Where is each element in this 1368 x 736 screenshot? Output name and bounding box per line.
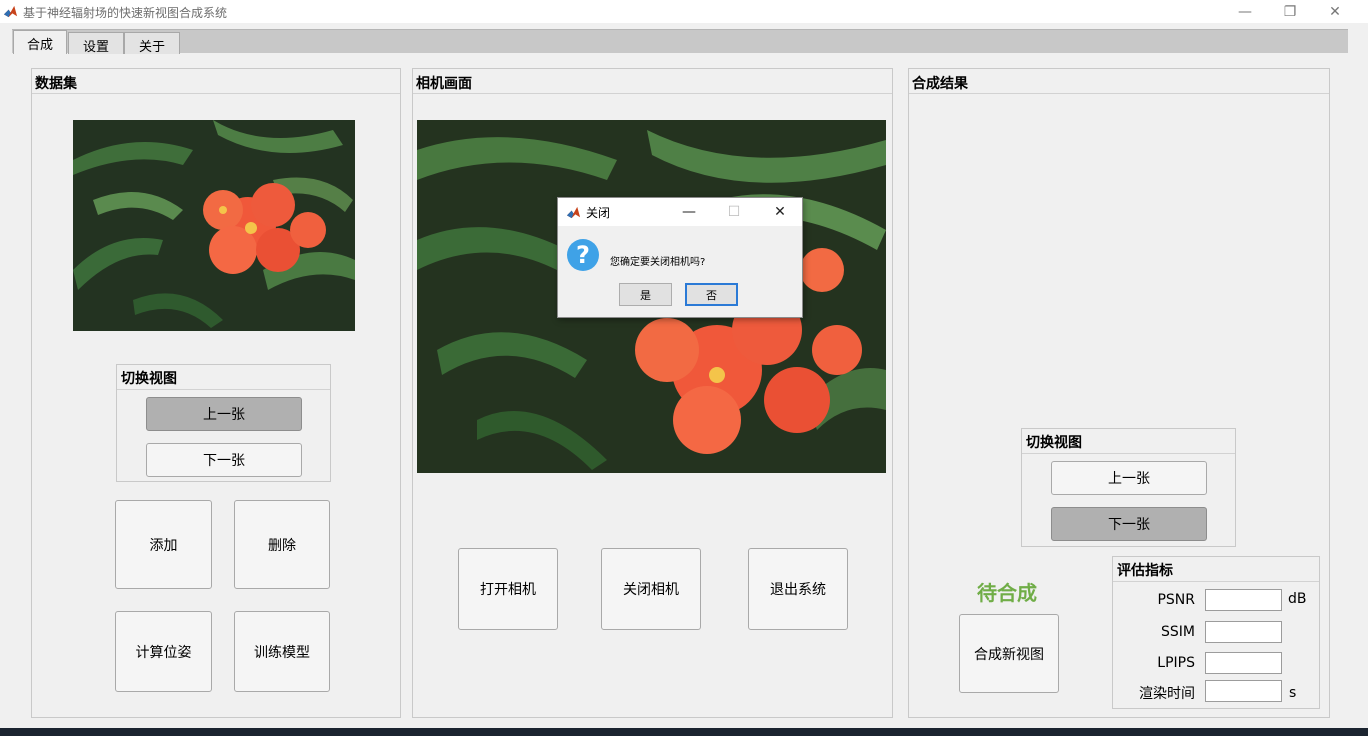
minimize-icon: — — [682, 204, 696, 220]
dialog-message: 您确定要关闭相机吗? — [610, 257, 706, 268]
taskbar — [0, 728, 1368, 736]
result-prev-button[interactable]: 上一张 — [1051, 461, 1207, 495]
tab-strip: 合成 设置 关于 — [12, 29, 1348, 55]
close-camera-dialog: 关闭 — ☐ ✕ ? 您确定要关闭相机吗? 是 否 — [557, 197, 803, 318]
dataset-image — [73, 120, 355, 331]
close-camera-button[interactable]: 关闭相机 — [601, 548, 701, 630]
dialog-maximize-button: ☐ — [723, 201, 745, 223]
psnr-label: PSNR — [1157, 592, 1195, 608]
matlab-dialog-icon — [566, 206, 581, 219]
window-title: 基于神经辐射场的快速新视图合成系统 — [23, 6, 228, 20]
dataset-panel-title: 数据集 — [32, 69, 400, 94]
render-time-field[interactable] — [1205, 680, 1282, 702]
dataset-prev-button[interactable]: 上一张 — [146, 397, 302, 431]
dialog-close-button[interactable]: ✕ — [769, 201, 791, 223]
close-window-button[interactable]: ✕ — [1312, 0, 1358, 23]
tab-settings[interactable]: 设置 — [68, 32, 124, 55]
lpips-label: LPIPS — [1157, 655, 1195, 671]
dialog-titlebar: 关闭 — ☐ ✕ — [558, 198, 802, 226]
delete-button[interactable]: 删除 — [234, 500, 330, 589]
dialog-minimize-button[interactable]: — — [678, 201, 700, 223]
question-icon: ? — [567, 239, 599, 271]
dataset-switch-view-panel: 切换视图 上一张 下一张 — [116, 364, 331, 482]
dialog-title: 关闭 — [586, 206, 611, 220]
lpips-field[interactable] — [1205, 652, 1282, 674]
dataset-next-button[interactable]: 下一张 — [146, 443, 302, 477]
maximize-button[interactable]: ❐ — [1267, 0, 1313, 23]
minimize-button[interactable]: — — [1222, 0, 1268, 23]
psnr-unit: dB — [1288, 591, 1307, 607]
close-icon: ✕ — [1329, 3, 1341, 20]
open-camera-button[interactable]: 打开相机 — [458, 548, 558, 630]
dialog-yes-button[interactable]: 是 — [619, 283, 672, 306]
maximize-icon: ☐ — [727, 204, 741, 220]
minimize-icon: — — [1238, 3, 1252, 20]
train-model-button[interactable]: 训练模型 — [234, 611, 330, 692]
metrics-panel: 评估指标 PSNR dB SSIM LPIPS 渲染时间 s — [1112, 556, 1320, 709]
add-button[interactable]: 添加 — [115, 500, 212, 589]
render-time-label: 渲染时间 — [1139, 686, 1195, 702]
dataset-panel: 数据集 切换视图 上一张 下一张 添加 删除 计算位姿 训练模型 — [31, 68, 401, 718]
tab-synthesis[interactable]: 合成 — [13, 30, 67, 54]
camera-panel: 相机画面 打开相机 关闭相机 退出系统 — [412, 68, 893, 718]
window-titlebar: 基于神经辐射场的快速新视图合成系统 — ❐ ✕ — [0, 0, 1368, 23]
dataset-switch-view-title: 切换视图 — [117, 365, 330, 390]
metrics-panel-title: 评估指标 — [1113, 557, 1319, 582]
synthesize-new-view-button[interactable]: 合成新视图 — [959, 614, 1059, 693]
psnr-field[interactable] — [1205, 589, 1282, 611]
render-time-unit: s — [1289, 685, 1297, 701]
result-panel-title: 合成结果 — [909, 69, 1329, 94]
camera-panel-title: 相机画面 — [413, 69, 892, 94]
flower-photo — [73, 120, 355, 331]
result-panel: 合成结果 切换视图 上一张 下一张 合成新视图 评估指标 PSNR dB SSI… — [908, 68, 1330, 718]
dialog-no-button[interactable]: 否 — [685, 283, 738, 306]
result-switch-view-panel: 切换视图 上一张 下一张 — [1021, 428, 1236, 547]
close-icon: ✕ — [774, 204, 786, 220]
result-switch-view-title: 切换视图 — [1022, 429, 1235, 454]
matlab-app-icon — [3, 4, 18, 19]
exit-system-button[interactable]: 退出系统 — [748, 548, 848, 630]
compute-pose-button[interactable]: 计算位姿 — [115, 611, 212, 692]
result-next-button[interactable]: 下一张 — [1051, 507, 1207, 541]
maximize-icon: ❐ — [1283, 3, 1297, 20]
synthesis-status: 待合成 — [977, 581, 1037, 605]
tab-about[interactable]: 关于 — [124, 32, 180, 55]
ssim-label: SSIM — [1161, 624, 1195, 640]
ssim-field[interactable] — [1205, 621, 1282, 643]
